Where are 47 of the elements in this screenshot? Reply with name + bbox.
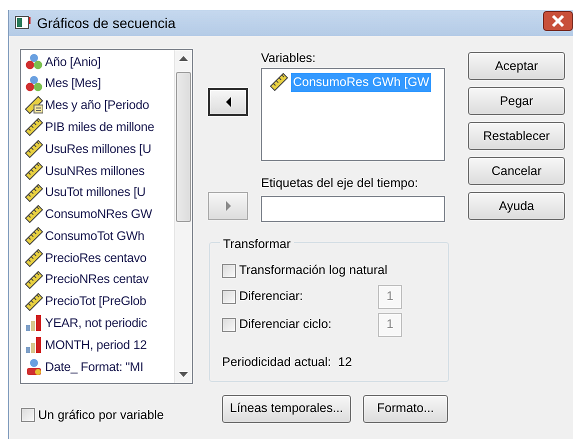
- app-icon: [15, 16, 31, 30]
- nominal-icon: [25, 52, 43, 71]
- checkbox[interactable]: [222, 290, 236, 304]
- variable-icon: [25, 358, 43, 376]
- variable-list[interactable]: [20, 49, 193, 384]
- move-button[interactable]: [208, 88, 248, 116]
- list-item[interactable]: PrecioRes centavo: [25, 247, 174, 269]
- scroll-up-icon[interactable]: [179, 56, 188, 61]
- checkbox-label[interactable]: Diferenciar:: [239, 287, 304, 306]
- list-item[interactable]: Mes y año [Periodo: [25, 94, 174, 116]
- list-item[interactable]: Mes [Mes]: [25, 72, 174, 95]
- list-item[interactable]: ConsumoTot GWh: [25, 225, 174, 248]
- periodicity-text: Periodicidad actual: 12: [222, 354, 353, 371]
- checkbox[interactable]: [222, 318, 236, 332]
- list-item[interactable]: PrecioTot [PreGlob: [25, 290, 174, 313]
- scrollbar[interactable]: [174, 50, 192, 383]
- window-title: Gráficos de secuencia: [37, 14, 176, 32]
- dialog-button[interactable]: Cancelar: [468, 157, 565, 185]
- list-item[interactable]: UsuRes millones [U: [25, 138, 174, 160]
- list-item[interactable]: PIB miles de millone: [25, 116, 174, 138]
- scroll-down-icon[interactable]: [179, 372, 188, 377]
- list-item[interactable]: PrecioNRes centav: [25, 268, 174, 291]
- field-label: Variables:: [261, 50, 317, 67]
- checkbox-label[interactable]: Diferenciar ciclo:: [239, 315, 332, 334]
- list-item[interactable]: YEAR, not periodic: [25, 312, 174, 334]
- field-label: Etiquetas del eje del tiempo:: [261, 174, 420, 192]
- checkbox-label[interactable]: Un gráfico por variable: [38, 406, 164, 425]
- list-item[interactable]: MONTH, period 12: [25, 334, 174, 356]
- nominal-icon: [25, 74, 43, 93]
- dialog-button[interactable]: Aceptar: [468, 52, 565, 80]
- dialog-button[interactable]: Líneas temporales...: [222, 394, 352, 423]
- dialog-button[interactable]: Restablecer: [468, 122, 565, 150]
- list-item[interactable]: Año [Anio]: [25, 51, 174, 73]
- dialog-button[interactable]: Formato...: [363, 394, 448, 423]
- checkbox[interactable]: [222, 264, 236, 278]
- list-item[interactable]: UsuNRes millones: [25, 160, 174, 182]
- list-item[interactable]: Date_ Format: "MI: [25, 356, 174, 378]
- close-icon[interactable]: [543, 11, 573, 31]
- list-item[interactable]: ConsumoNRes GW: [25, 204, 174, 226]
- checkbox-label[interactable]: Transformación log natural: [239, 261, 388, 280]
- text-field[interactable]: [261, 196, 445, 222]
- bar-chart-icon: [25, 314, 43, 332]
- dialog-button[interactable]: Ayuda: [468, 192, 565, 220]
- bar-chart-icon: [25, 336, 43, 354]
- list-item[interactable]: UsuTot millones [U: [25, 182, 174, 204]
- checkbox[interactable]: [21, 408, 35, 422]
- dialog-button[interactable]: Pegar: [468, 87, 565, 115]
